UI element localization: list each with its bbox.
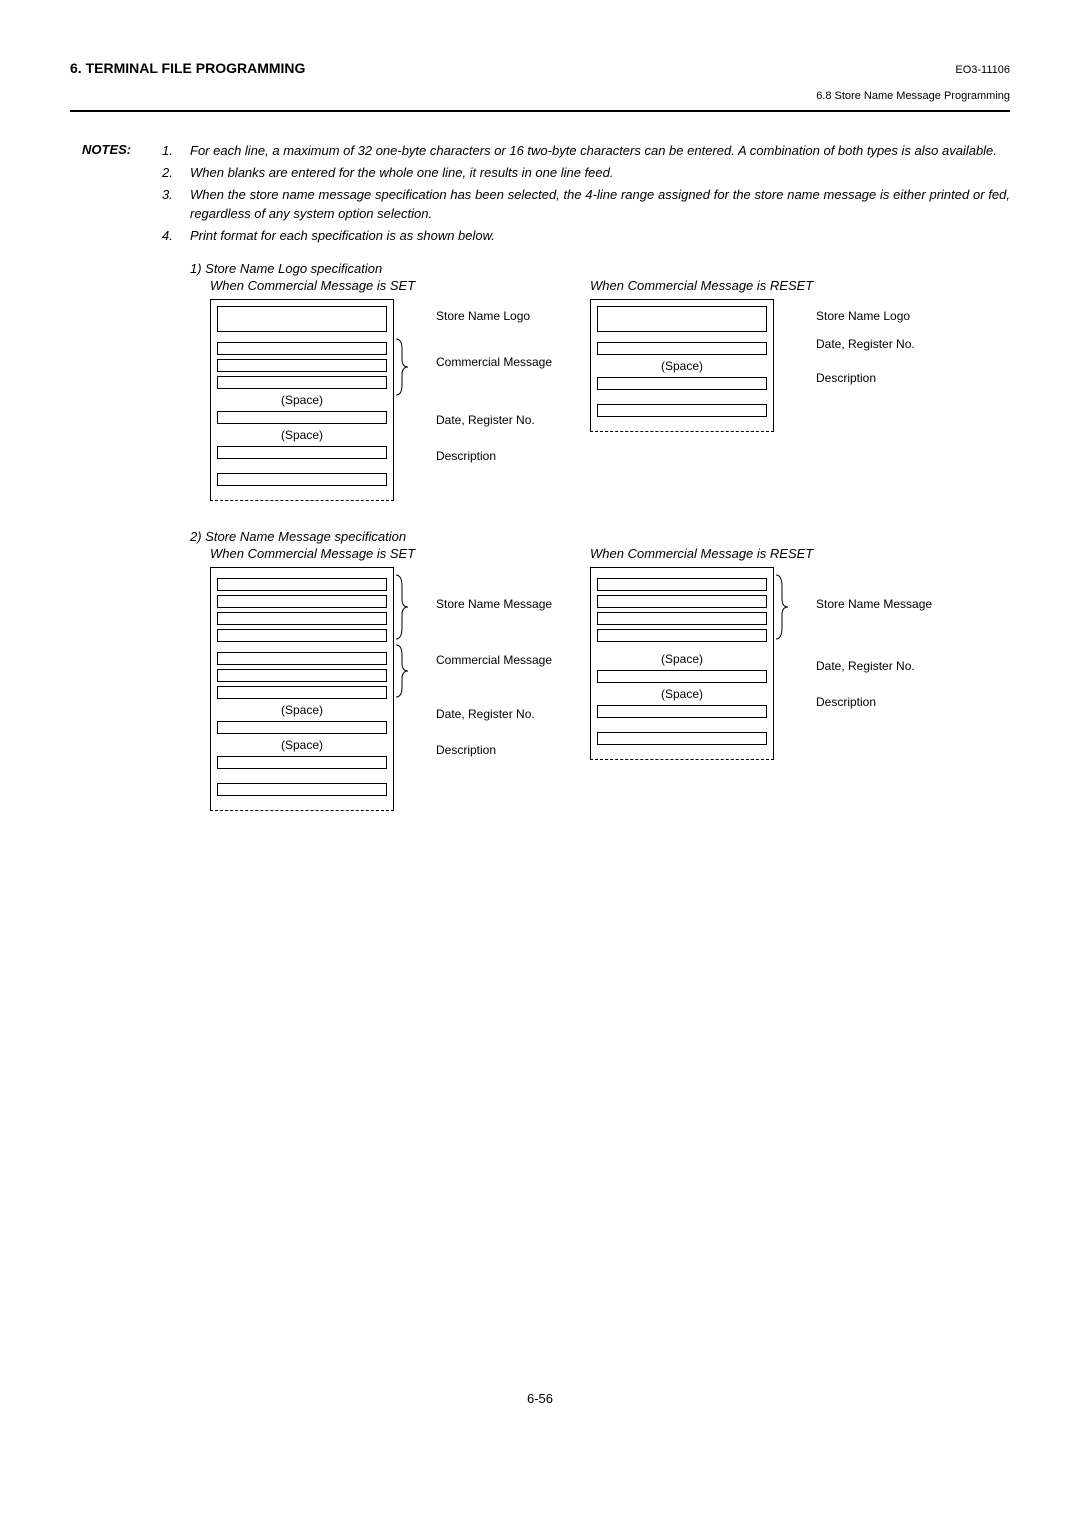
desc-line [597,705,767,718]
space-label: (Space) [217,393,387,407]
label-commercial: Commercial Message [436,355,552,369]
space-label: (Space) [597,359,767,373]
labels-column: Store Name Message Commercial Message Da… [436,567,552,811]
desc-line [597,404,767,417]
header-code: EO3-11106 [955,64,1010,76]
labels-column: Store Name Message Date, Register No. De… [816,567,932,760]
label-description: Description [816,695,932,709]
receipt-diagram: (Space) [590,299,774,432]
notes-list: 1.For each line, a maximum of 32 one-byt… [162,142,1010,249]
space-label: (Space) [217,428,387,442]
label-store-msg: Store Name Message [436,597,552,611]
label-date-reg: Date, Register No. [816,337,915,351]
note-item: 3.When the store name message specificat… [162,186,1010,222]
note-item: 4.Print format for each specification is… [162,227,1010,245]
spec2-reset-subtitle: When Commercial Message is RESET [590,546,970,561]
label-store-logo: Store Name Logo [816,309,915,323]
space-label: (Space) [217,703,387,717]
page-header: 6. TERMINAL FILE PROGRAMMING EO3-11106 6… [70,60,1010,102]
label-store-logo: Store Name Logo [436,309,552,323]
labels-column: Store Name Logo Commercial Message Date,… [436,299,552,501]
logo-box [217,306,387,332]
msg-line [217,578,387,591]
desc-line [597,732,767,745]
msg-line [217,359,387,372]
spec1-row: When Commercial Message is SET (Space) (… [210,278,1010,501]
header-title: 6. TERMINAL FILE PROGRAMMING [70,60,305,76]
spec1-set-col: When Commercial Message is SET (Space) (… [210,278,590,501]
label-description: Description [436,449,552,463]
desc-line [217,783,387,796]
label-description: Description [816,371,915,385]
spec1-title: 1) Store Name Logo specification [190,261,1010,276]
desc-line [217,473,387,486]
msg-line [597,629,767,642]
date-line [597,670,767,683]
date-line [597,342,767,355]
msg-line [597,595,767,608]
msg-line [217,669,387,682]
note-item: 2.When blanks are entered for the whole … [162,164,1010,182]
receipt-diagram: (Space) (Space) [210,299,394,501]
label-description: Description [436,743,552,757]
notes-block: NOTES: 1.For each line, a maximum of 32 … [82,142,1010,249]
spec2-row: When Commercial Message is SET (Space) (… [210,546,1010,811]
logo-box [597,306,767,332]
brace-icon [392,573,410,641]
label-date-reg: Date, Register No. [436,707,552,721]
spec1-reset-subtitle: When Commercial Message is RESET [590,278,970,293]
msg-line [217,612,387,625]
receipt-diagram: (Space) (Space) [590,567,774,760]
page-number: 6-56 [70,1391,1010,1406]
note-item: 1.For each line, a maximum of 32 one-byt… [162,142,1010,160]
space-label: (Space) [217,738,387,752]
header-subtitle: 6.8 Store Name Message Programming [70,90,1010,102]
spec1-reset-col: When Commercial Message is RESET (Space)… [590,278,970,501]
date-line [217,411,387,424]
msg-line [217,595,387,608]
msg-line [597,578,767,591]
spec2-title: 2) Store Name Message specification [190,529,1010,544]
spec2-set-subtitle: When Commercial Message is SET [210,546,590,561]
notes-label: NOTES: [82,142,162,249]
labels-column: Store Name Logo Date, Register No. Descr… [816,299,915,432]
msg-line [217,686,387,699]
label-commercial: Commercial Message [436,653,552,667]
receipt-diagram: (Space) (Space) [210,567,394,811]
label-date-reg: Date, Register No. [816,659,932,673]
msg-line [217,652,387,665]
msg-line [597,612,767,625]
spec1-set-subtitle: When Commercial Message is SET [210,278,590,293]
date-line [217,721,387,734]
brace-icon [772,573,790,641]
desc-line [597,377,767,390]
label-store-msg: Store Name Message [816,597,932,611]
header-rule [70,110,1010,112]
space-label: (Space) [597,652,767,666]
msg-line [217,376,387,389]
msg-line [217,629,387,642]
brace-icon [392,337,410,397]
spec2-reset-col: When Commercial Message is RESET (Space)… [590,546,970,811]
label-date-reg: Date, Register No. [436,413,552,427]
brace-icon [392,643,410,699]
space-label: (Space) [597,687,767,701]
msg-line [217,342,387,355]
desc-line [217,446,387,459]
spec2-set-col: When Commercial Message is SET (Space) (… [210,546,590,811]
desc-line [217,756,387,769]
